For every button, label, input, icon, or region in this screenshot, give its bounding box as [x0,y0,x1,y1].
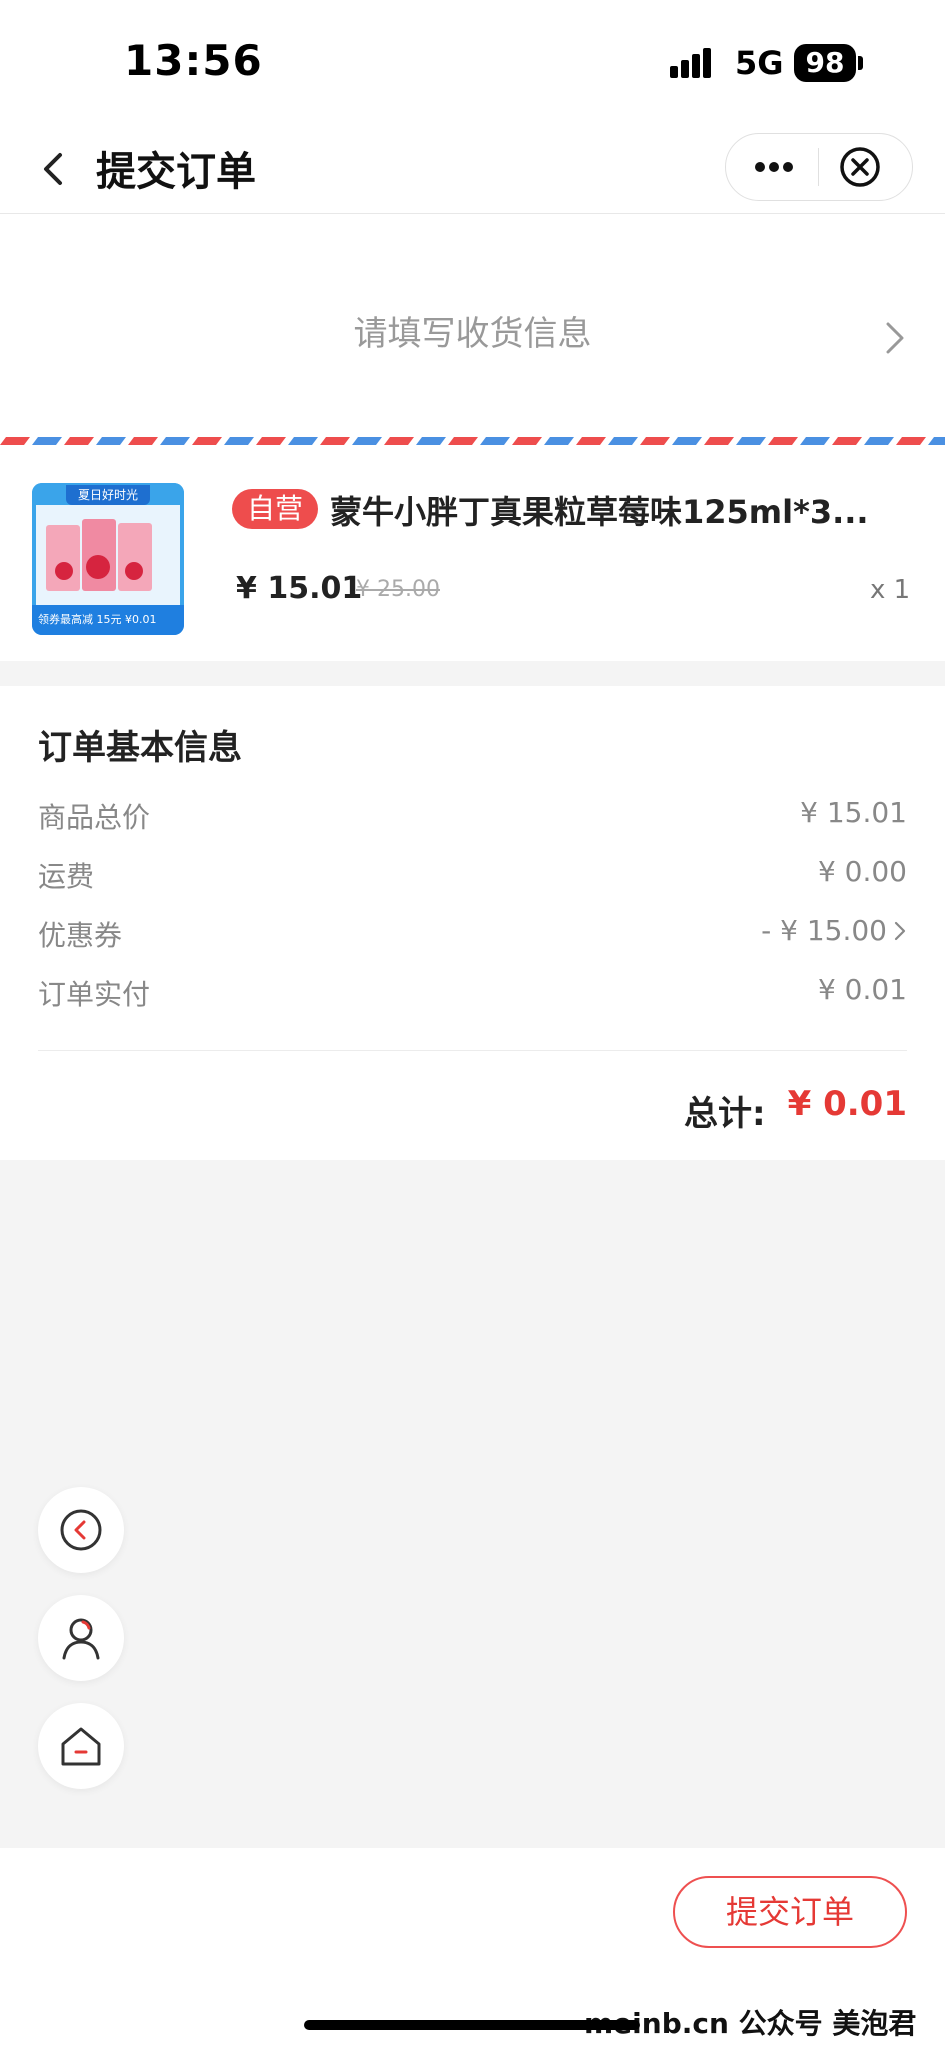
back-circle-button[interactable] [38,1487,124,1573]
status-bar: 13:56 5G 98 [0,0,945,125]
battery-tip [858,56,863,70]
product-price: ¥ 15.01 [236,571,363,606]
row-label-subtotal: 商品总价 [38,801,151,834]
row-value-paid: ¥ 0.01 [817,973,907,1006]
chevron-right-icon [886,322,904,354]
home-button[interactable] [38,1703,124,1789]
back-circle-icon [60,1509,102,1551]
airmail-stripe [0,437,945,445]
row-value-shipping: ¥ 0.00 [817,855,907,888]
row-label-shipping: 运费 [38,860,95,893]
bottom-bar: 提交订单 meinb.cn 公众号 美泡君 [0,1848,945,2048]
divider [38,1050,907,1051]
order-info-title: 订单基本信息 [38,728,242,768]
product-name: 蒙牛小胖丁真果粒草莓味125ml*3... [330,493,869,531]
more-icon[interactable] [742,152,806,182]
page-title: 提交订单 [96,149,256,195]
thumbnail-banner: 夏日好时光 [66,485,150,505]
mini-program-capsule [725,133,913,201]
self-operated-tag: 自营 [232,489,318,529]
battery-indicator: 98 [794,44,856,82]
address-placeholder: 请填写收货信息 [353,314,592,354]
row-value-coupon: - ¥ 15.00 [761,914,887,947]
user-button[interactable] [38,1595,124,1681]
network-label: 5G [735,44,784,82]
nav-bar: 提交订单 [0,125,945,214]
coupon-selector[interactable]: - ¥ 15.00 [761,914,907,947]
user-icon [62,1618,100,1660]
close-icon[interactable] [839,146,881,188]
capsule-divider [818,148,819,186]
signal-icon [670,48,711,78]
submit-order-button[interactable]: 提交订单 [673,1876,907,1948]
home-icon [61,1727,101,1766]
total-value: ¥ 0.01 [787,1084,907,1124]
total-label: 总计: [684,1094,766,1134]
product-quantity: x 1 [870,575,911,605]
thumbnail-image [36,505,180,605]
row-label-paid: 订单实付 [38,978,151,1011]
product-original-price: ¥ 25.00 [356,577,440,602]
product-card[interactable]: 夏日好时光 领券最高减 15元 ¥0.01 自营 蒙牛小胖丁真果粒草莓味125m… [0,445,945,661]
row-value-subtotal: ¥ 15.01 [800,796,907,829]
order-info-panel: 订单基本信息 商品总价 ¥ 15.01 运费 ¥ 0.00 优惠券 - ¥ 15… [0,686,945,1160]
row-label-coupon: 优惠券 [38,919,123,952]
address-selector[interactable]: 请填写收货信息 [0,214,945,437]
back-arrow-icon[interactable] [36,151,72,187]
home-indicator [304,2020,640,2030]
product-thumbnail: 夏日好时光 领券最高减 15元 ¥0.01 [32,483,184,635]
chevron-right-icon [894,921,906,941]
thumbnail-caption: 领券最高减 15元 ¥0.01 [32,605,184,635]
status-time: 13:56 [124,36,263,85]
